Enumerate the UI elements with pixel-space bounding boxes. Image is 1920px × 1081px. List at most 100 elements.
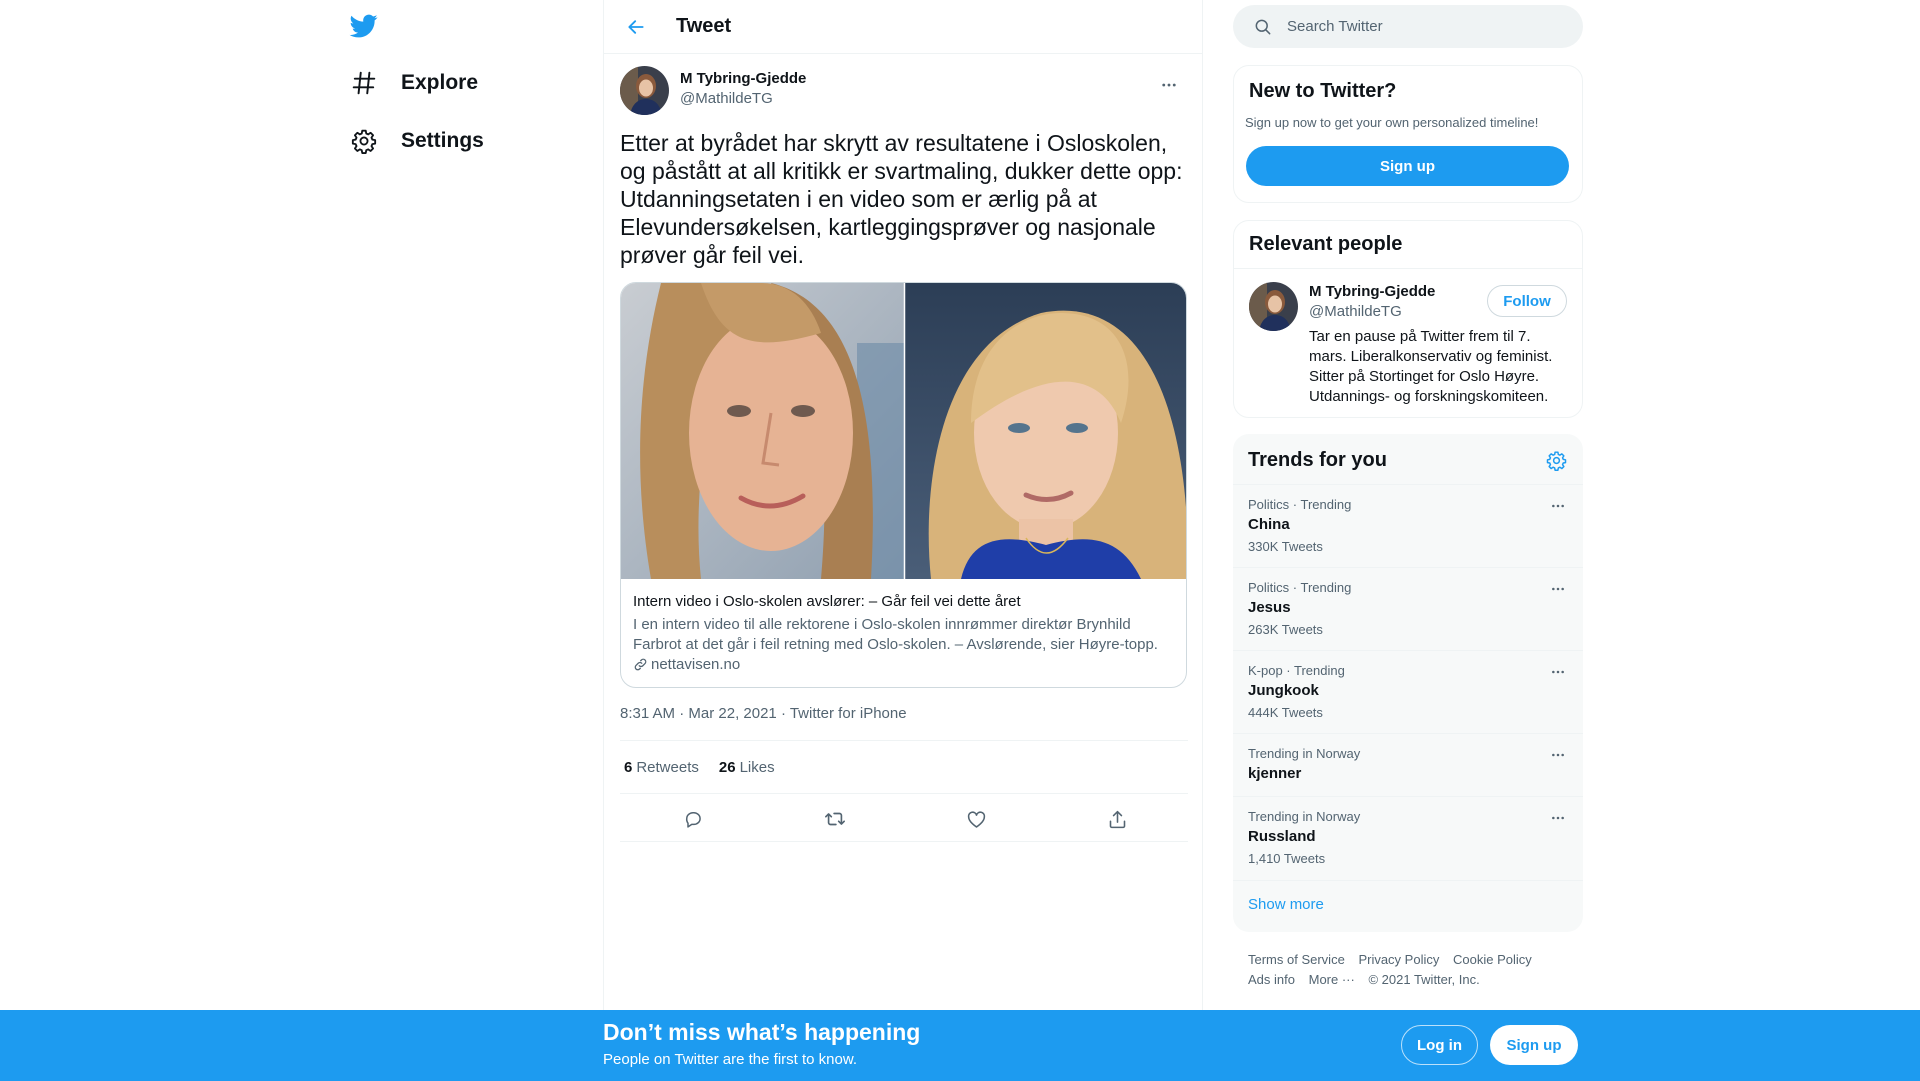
author-handle[interactable]: @MathildeTG	[680, 90, 773, 107]
trend-name: Jungkook	[1248, 682, 1319, 699]
trend-count: 1,410 Tweets	[1248, 851, 1326, 866]
page-title: Tweet	[676, 15, 732, 37]
card-domain-label: nettavisen.no	[651, 656, 741, 673]
search-bar[interactable]	[1233, 5, 1583, 48]
likes-count: 26	[718, 758, 736, 776]
more-dots-icon[interactable]	[1545, 805, 1571, 831]
login-button[interactable]: Log in	[1401, 1025, 1478, 1065]
retweet-icon	[825, 812, 845, 826]
trends-settings-button[interactable]	[1543, 447, 1569, 473]
avatar[interactable]	[620, 66, 669, 115]
more-dots-icon[interactable]	[1545, 576, 1571, 602]
meta-separator: ·	[776, 705, 790, 722]
more-dots-icon[interactable]	[1545, 493, 1571, 519]
retweets-stat[interactable]: 6 Retweets	[624, 759, 699, 776]
heart-icon	[967, 810, 985, 828]
card-image	[621, 283, 1186, 579]
tweet-meta: 8:31 AM · Mar 22, 2021 · Twitter for iPh…	[620, 705, 907, 722]
back-button[interactable]	[618, 9, 654, 45]
footer-ads-link[interactable]: Ads info	[1248, 972, 1295, 987]
card-title: Intern video i Oslo-skolen avslører: – G…	[633, 593, 1021, 610]
link-icon	[634, 658, 647, 671]
tweet-date[interactable]: Mar 22, 2021	[688, 705, 776, 722]
likes-stat[interactable]: 26 Likes	[719, 759, 775, 776]
tweet-source[interactable]: Twitter for iPhone	[790, 705, 907, 722]
new-to-twitter-subtitle: Sign up now to get your own personalized…	[1245, 115, 1539, 130]
link-card[interactable]: Intern video i Oslo-skolen avslører: – G…	[620, 282, 1187, 688]
trend-context: Trending in Norway	[1248, 809, 1361, 824]
footer-links: Terms of Service Privacy Policy Cookie P…	[1248, 950, 1578, 990]
reply-icon	[685, 812, 701, 828]
twitter-bird-icon[interactable]	[349, 12, 381, 40]
tweet-actions	[620, 794, 1188, 842]
trend-item[interactable]: K-pop · Trending Jungkook 444K Tweets	[1233, 650, 1583, 733]
card-domain: nettavisen.no	[633, 656, 740, 673]
trend-count: 330K Tweets	[1248, 539, 1323, 554]
trend-item[interactable]: Trending in Norway kjenner	[1233, 733, 1583, 796]
relevant-people-title: Relevant people	[1249, 233, 1403, 255]
search-icon	[1255, 19, 1271, 34]
tweet-stats: 6 Retweets 26 Likes	[620, 740, 1188, 794]
footer-terms-link[interactable]: Terms of Service	[1248, 952, 1345, 967]
trend-name: Russland	[1248, 828, 1316, 845]
trend-context: K-pop · Trending	[1248, 663, 1345, 678]
nav-settings[interactable]: Settings	[351, 121, 484, 161]
retweet-button[interactable]	[818, 802, 852, 836]
more-options-button[interactable]	[1152, 68, 1186, 102]
footer-privacy-link[interactable]: Privacy Policy	[1358, 952, 1439, 967]
trend-name: Jesus	[1248, 599, 1291, 616]
search-input[interactable]	[1287, 18, 1567, 35]
trend-name: China	[1248, 516, 1290, 533]
trend-context: Politics · Trending	[1248, 580, 1352, 595]
tweet-text: Etter at byrådet har skrytt av resultate…	[620, 130, 1183, 268]
signup-button[interactable]: Sign up	[1490, 1025, 1578, 1065]
trends-panel: Trends for you Politics · Trending China…	[1233, 434, 1583, 932]
share-button[interactable]	[1100, 802, 1134, 836]
bottom-signup-bar: Don’t miss what’s happening People on Tw…	[0, 1010, 1920, 1081]
hashtag-icon	[351, 70, 377, 96]
bottom-bar-title: Don’t miss what’s happening	[603, 1019, 921, 1045]
trend-item[interactable]: Politics · Trending Jesus 263K Tweets	[1233, 567, 1583, 650]
trend-count: 263K Tweets	[1248, 622, 1323, 637]
like-button[interactable]	[959, 802, 993, 836]
trend-context: Politics · Trending	[1248, 497, 1352, 512]
new-to-twitter-panel: New to Twitter? Sign up now to get your …	[1233, 65, 1583, 203]
bottom-bar-subtitle: People on Twitter are the first to know.	[603, 1051, 858, 1068]
avatar[interactable]	[1249, 282, 1298, 331]
retweets-label: Retweets	[636, 758, 699, 776]
show-more-link[interactable]: Show more	[1248, 896, 1324, 913]
trends-title: Trends for you	[1248, 449, 1387, 471]
trend-name: kjenner	[1248, 765, 1302, 782]
new-to-twitter-title: New to Twitter?	[1249, 80, 1397, 102]
trend-item[interactable]: Politics · Trending China 330K Tweets	[1233, 484, 1583, 567]
nav-explore[interactable]: Explore	[351, 63, 478, 103]
footer-copyright: © 2021 Twitter, Inc.	[1368, 972, 1480, 987]
footer-cookie-link[interactable]: Cookie Policy	[1453, 952, 1532, 967]
reply-button[interactable]	[676, 802, 710, 836]
divider	[1233, 880, 1583, 881]
main-header: Tweet	[604, 0, 1202, 54]
more-dots-icon[interactable]	[1545, 659, 1571, 685]
person-bio: Tar en pause på Twitter frem til 7. mars…	[1309, 328, 1553, 405]
footer-more-link[interactable]: More ···	[1309, 972, 1355, 987]
tweet-time[interactable]: 8:31 AM	[620, 705, 675, 722]
trend-count: 444K Tweets	[1248, 705, 1323, 720]
trend-item[interactable]: Trending in Norway Russland 1,410 Tweets	[1233, 796, 1583, 880]
person-handle[interactable]: @MathildeTG	[1309, 303, 1402, 320]
follow-button[interactable]: Follow	[1487, 285, 1567, 317]
person-name[interactable]: M Tybring-Gjedde	[1309, 283, 1435, 300]
sidebar-signup-button[interactable]: Sign up	[1246, 146, 1569, 186]
card-description: I en intern video til alle rektorene i O…	[633, 616, 1158, 653]
gear-icon	[351, 128, 377, 154]
meta-separator: ·	[675, 705, 689, 722]
nav-settings-label: Settings	[401, 129, 484, 152]
trend-context: Trending in Norway	[1248, 746, 1361, 761]
back-arrow-icon	[628, 19, 644, 34]
author-name[interactable]: M Tybring-Gjedde	[680, 70, 806, 87]
nav-explore-label: Explore	[401, 71, 479, 94]
more-dots-icon	[1162, 83, 1176, 87]
share-icon	[1109, 810, 1125, 828]
more-dots-icon[interactable]	[1545, 742, 1571, 768]
likes-label: Likes	[739, 758, 775, 776]
main-column: Tweet M Tybring-Gjedde @MathildeTG Etter…	[603, 0, 1203, 1010]
